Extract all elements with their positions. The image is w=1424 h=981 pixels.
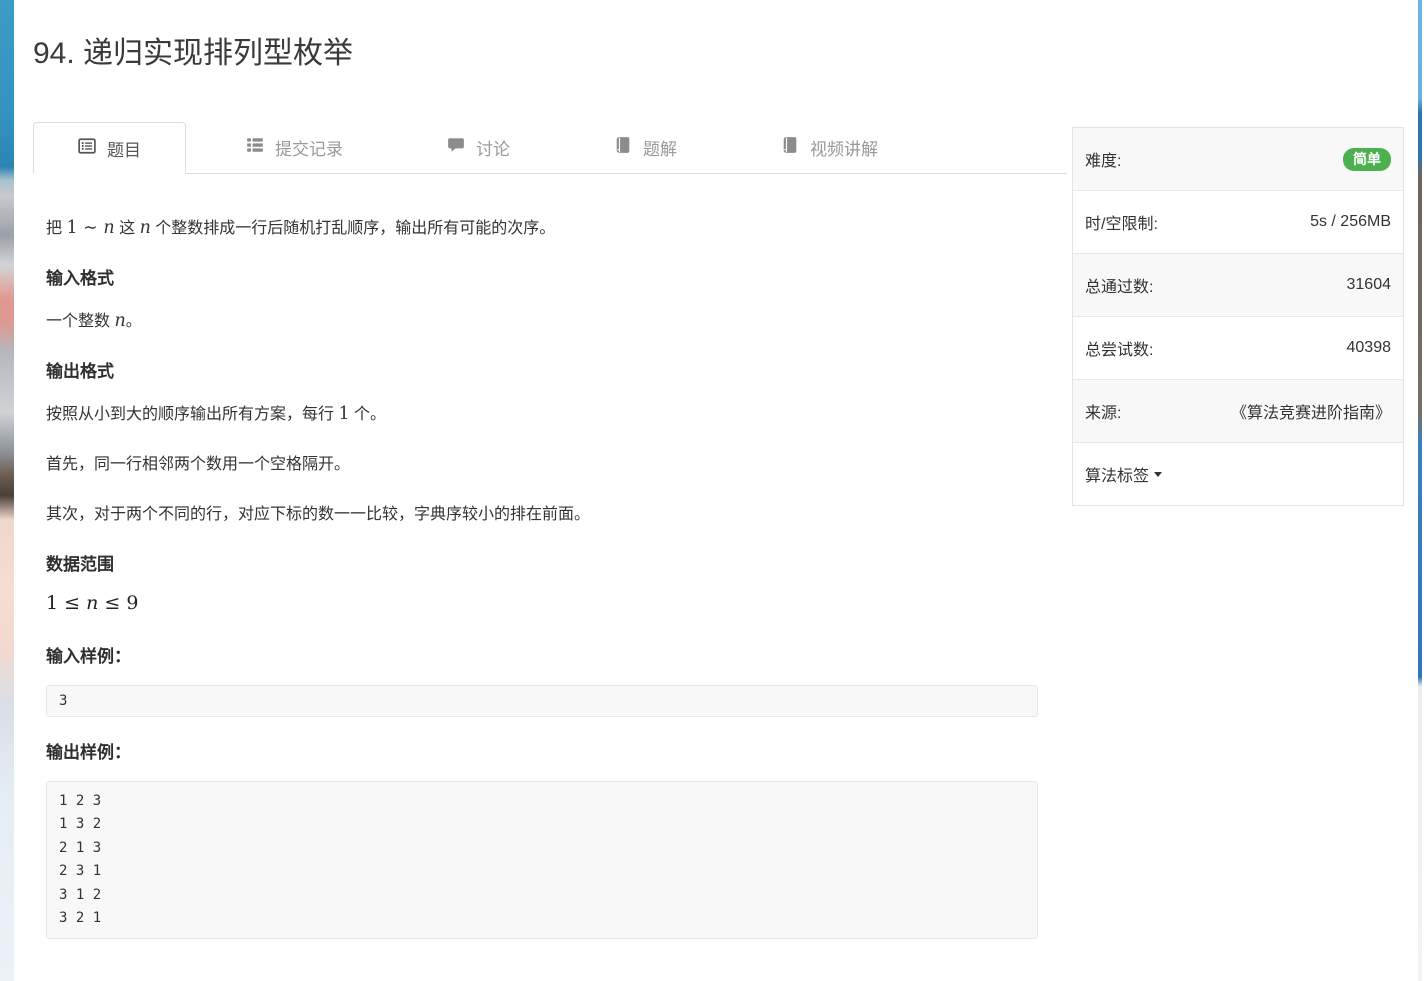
problem-statement: 把 1 ∼ n 这 n 个整数排成一行后随机打乱顺序，输出所有可能的次序。 (46, 218, 556, 238)
chevron-down-icon (1154, 472, 1163, 481)
meta-row-difficulty: 难度: 简单 (1073, 128, 1403, 190)
page-title: 94. 递归实现排列型枚举 (33, 37, 354, 70)
main-column: 题目 提交记录 讨论 题解 视频讲解 把 1 ∼ n 这 n 个整数排成一行后随… (33, 74, 1067, 940)
problem-meta-table: 难度: 简单 时/空限制: 5s / 256MB 总通过数: 31604 总尝试… (1072, 127, 1404, 506)
meta-row-attempts: 总尝试数: 40398 (1073, 316, 1403, 379)
sidebar: 难度: 简单 时/空限制: 5s / 256MB 总通过数: 31604 总尝试… (1072, 127, 1404, 506)
range-heading: 数据范围 (46, 555, 114, 574)
tab-label: 题目 (107, 140, 141, 160)
background-art-left (0, 0, 14, 981)
meta-value: 31604 (1346, 276, 1392, 293)
meta-label: 来源: (1085, 405, 1122, 422)
comment-icon (447, 136, 465, 159)
meta-label: 时/空限制: (1085, 216, 1158, 233)
sample-output-heading: 输出样例： (46, 743, 131, 762)
meta-label: 难度: (1085, 153, 1122, 170)
problem-body: 把 1 ∼ n 这 n 个整数排成一行后随机打乱顺序，输出所有可能的次序。 输入… (33, 174, 1067, 940)
input-format-heading: 输入格式 (46, 269, 114, 288)
tab-label: 提交记录 (275, 139, 343, 159)
list-icon (246, 136, 264, 159)
meta-value: 40398 (1346, 339, 1392, 356)
tab-video[interactable]: 视频讲解 (737, 122, 922, 172)
output-format-p2: 首先，同一行相邻两个数用一个空格隔开。 (46, 456, 351, 473)
tab-discussion[interactable]: 讨论 (403, 122, 554, 172)
content-layout: 题目 提交记录 讨论 题解 视频讲解 把 1 ∼ n 这 n 个整数排成一行后随… (14, 74, 1417, 940)
meta-value: 5s / 256MB (1310, 213, 1391, 230)
meta-row-source: 来源: 《算法竞赛进阶指南》 (1073, 379, 1403, 442)
meta-row-tags: 算法标签 (1073, 442, 1403, 505)
tab-solutions[interactable]: 题解 (570, 122, 721, 172)
book-icon (614, 136, 632, 159)
problem-page: 94. 递归实现排列型枚举 题目 提交记录 讨论 题解 视频讲解 把 1 ∼ n… (14, 0, 1417, 981)
output-format-heading: 输出格式 (46, 362, 114, 381)
meta-value: 《算法竞赛进阶指南》 (1230, 405, 1391, 422)
list-alt-icon (78, 137, 96, 160)
output-format-p3: 其次，对于两个不同的行，对应下标的数一一比较，字典序较小的排在前面。 (46, 506, 591, 523)
tab-label: 题解 (643, 139, 677, 159)
difficulty-badge: 简单 (1343, 147, 1391, 171)
sample-input-block: 3 (46, 685, 1038, 717)
input-format-text: 一个整数 n。 (46, 311, 142, 331)
tab-label: 视频讲解 (810, 139, 878, 159)
algorithm-tags-dropdown[interactable]: 算法标签 (1085, 462, 1163, 486)
meta-row-accepted: 总通过数: 31604 (1073, 253, 1403, 316)
page-header: 94. 递归实现排列型枚举 (14, 0, 1417, 74)
sample-input-heading: 输入样例： (46, 647, 131, 666)
book-icon (781, 136, 799, 159)
sample-output-block: 1 2 3 1 3 2 2 1 3 2 3 1 3 1 2 3 2 1 (46, 781, 1038, 940)
meta-row-limits: 时/空限制: 5s / 256MB (1073, 190, 1403, 253)
tab-label: 讨论 (476, 139, 510, 159)
meta-label: 总通过数: (1085, 279, 1154, 296)
range-formula: 1 ≤ n ≤ 9 (46, 592, 139, 614)
meta-label: 算法标签 (1085, 468, 1150, 485)
output-format-p1: 按照从小到大的顺序输出所有方案，每行 1 个。 (46, 404, 387, 424)
background-art-right (1418, 0, 1422, 981)
meta-label: 总尝试数: (1085, 342, 1154, 359)
tab-submissions[interactable]: 提交记录 (202, 122, 387, 172)
tab-bar: 题目 提交记录 讨论 题解 视频讲解 (33, 122, 1067, 174)
tab-problem[interactable]: 题目 (33, 122, 186, 174)
